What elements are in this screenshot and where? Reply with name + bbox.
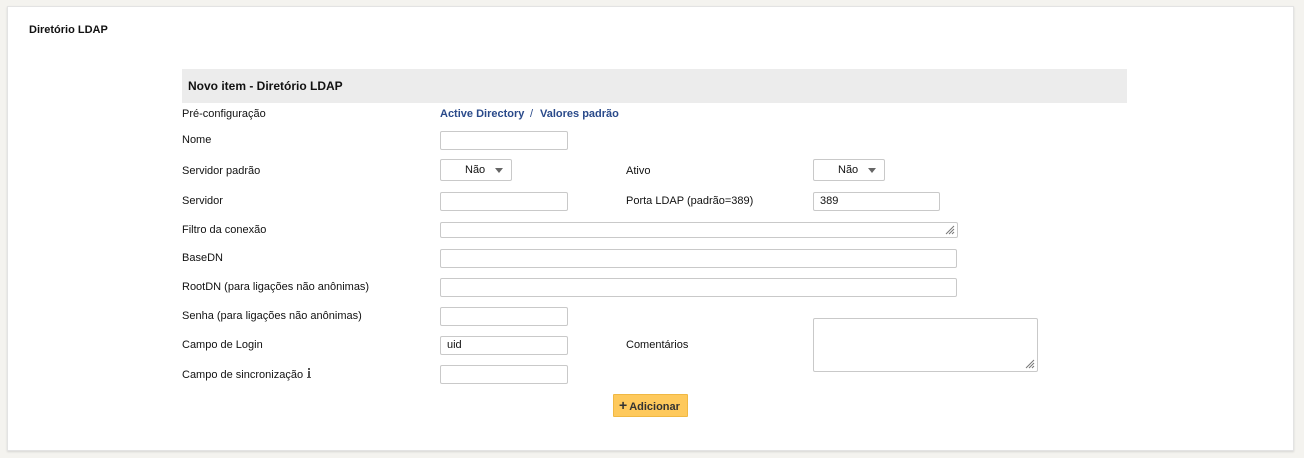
basedn-label: BaseDN: [182, 252, 223, 264]
resize-grip-icon[interactable]: [945, 225, 955, 235]
rootdn-input[interactable]: [440, 278, 957, 297]
form-header: Novo item - Diretório LDAP: [182, 69, 1127, 103]
chevron-down-icon: [495, 168, 503, 173]
info-icon[interactable]: [306, 368, 312, 382]
default-server-label: Servidor padrão: [182, 165, 261, 177]
comments-textarea[interactable]: [813, 318, 1038, 372]
preconfig-active-directory-link[interactable]: Active Directory: [440, 108, 524, 120]
plus-icon: +: [619, 397, 628, 413]
chevron-down-icon: [868, 168, 876, 173]
basedn-input[interactable]: [440, 249, 957, 268]
preconfig-default-values-link[interactable]: Valores padrão: [540, 108, 619, 120]
connection-filter-textarea[interactable]: [440, 222, 958, 238]
server-label: Servidor: [182, 195, 223, 207]
default-server-value: Não: [465, 164, 486, 176]
active-value: Não: [838, 164, 859, 176]
login-field-label: Campo de Login: [182, 339, 263, 351]
comments-label: Comentários: [626, 339, 689, 351]
login-field-input[interactable]: uid: [440, 336, 568, 355]
nome-input[interactable]: [440, 131, 568, 150]
connection-filter-label: Filtro da conexão: [182, 224, 267, 236]
page-title: Diretório LDAP: [29, 24, 108, 36]
active-select[interactable]: Não: [813, 159, 885, 181]
sync-field-label-text: Campo de sincronização: [182, 369, 304, 381]
add-button[interactable]: + Adicionar: [613, 394, 688, 417]
password-label: Senha (para ligações não anônimas): [182, 310, 362, 322]
preconfig-label: Pré-configuração: [182, 108, 266, 120]
sync-field-input[interactable]: [440, 365, 568, 384]
rootdn-label: RootDN (para ligações não anônimas): [182, 281, 370, 293]
resize-grip-icon[interactable]: [1025, 359, 1035, 369]
active-label: Ativo: [626, 165, 651, 177]
nome-label: Nome: [182, 134, 212, 146]
server-input[interactable]: [440, 192, 568, 211]
default-server-select[interactable]: Não: [440, 159, 512, 181]
sync-field-label: Campo de sincronização: [182, 368, 312, 382]
ldap-port-input[interactable]: 389: [813, 192, 940, 211]
add-button-label: Adicionar: [629, 401, 680, 413]
password-input[interactable]: [440, 307, 568, 326]
ldap-port-label: Porta LDAP (padrão=389): [626, 195, 754, 207]
main-panel: Diretório LDAP Novo item - Diretório LDA…: [7, 6, 1294, 451]
preconfig-separator: /: [530, 108, 534, 120]
